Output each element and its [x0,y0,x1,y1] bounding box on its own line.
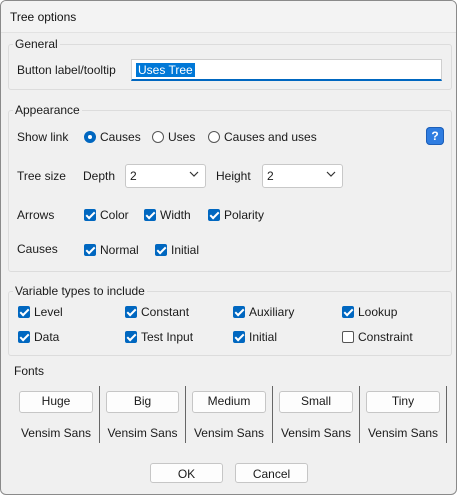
font-tiny-name: Vensim Sans [367,426,439,440]
arrows-polarity-label[interactable]: Polarity [224,208,264,222]
font-medium-button[interactable]: Medium [192,391,266,413]
constant-label[interactable]: Constant [141,305,189,319]
general-group: General Button label/tooltip Uses Tree [8,37,452,90]
font-cell-medium: Medium Vensim Sans [186,386,273,443]
show-link-uses-label[interactable]: Uses [168,130,195,144]
test-input-label[interactable]: Test Input [141,330,193,344]
show-link-causes-and-uses-radio[interactable] [208,131,220,143]
general-legend: General [13,37,60,51]
fonts-legend: Fonts [12,364,47,378]
font-medium-name: Vensim Sans [193,426,265,440]
font-small-button[interactable]: Small [279,391,353,413]
constant-checkbox[interactable] [125,306,137,318]
level-checkbox[interactable] [18,306,30,318]
show-link-causes-radio[interactable] [84,131,96,143]
font-cell-huge: Huge Vensim Sans [13,386,100,443]
font-cell-small: Small Vensim Sans [273,386,360,443]
causes-initial-label[interactable]: Initial [171,243,199,257]
lookup-checkbox[interactable] [342,306,354,318]
title-bar[interactable]: Tree options [1,1,456,33]
tree-size-label: Tree size [17,169,66,183]
height-label: Height [216,169,251,183]
causes-normal-checkbox[interactable] [84,244,96,256]
arrows-color-checkbox[interactable] [84,209,96,221]
initial-checkbox[interactable] [233,331,245,343]
show-link-causes-label[interactable]: Causes [100,130,141,144]
causes-label: Causes [17,242,58,256]
button-label-value: Uses Tree [136,63,195,77]
font-tiny-button[interactable]: Tiny [366,391,440,413]
button-label-caption: Button label/tooltip [17,63,116,77]
font-big-button[interactable]: Big [106,391,179,413]
depth-label: Depth [83,169,116,183]
font-cell-big: Big Vensim Sans [100,386,186,443]
appearance-group: Appearance Show link Causes Uses Causes … [8,103,452,272]
arrows-width-label[interactable]: Width [160,208,191,222]
causes-normal-label[interactable]: Normal [100,243,139,257]
font-huge-button[interactable]: Huge [19,391,93,413]
appearance-legend: Appearance [13,103,82,117]
depth-value: 2 [130,169,137,183]
fonts-group: Fonts Huge Vensim Sans Big Vensim Sans M… [8,364,450,446]
font-huge-name: Vensim Sans [20,426,92,440]
data-label[interactable]: Data [34,330,59,344]
font-small-name: Vensim Sans [280,426,352,440]
tree-options-dialog: Tree options General Button label/toolti… [0,0,457,495]
auxiliary-checkbox[interactable] [233,306,245,318]
constraint-checkbox[interactable] [342,331,354,343]
height-value: 2 [267,169,274,183]
help-icon[interactable]: ? [426,127,444,145]
cancel-button[interactable]: Cancel [235,463,308,483]
window-title: Tree options [10,10,77,24]
causes-initial-checkbox[interactable] [155,244,167,256]
arrows-color-label[interactable]: Color [100,208,129,222]
data-checkbox[interactable] [18,331,30,343]
height-select[interactable]: 2 [262,164,343,188]
arrows-polarity-checkbox[interactable] [208,209,220,221]
lookup-label[interactable]: Lookup [358,305,397,319]
show-link-causes-and-uses-label[interactable]: Causes and uses [224,130,317,144]
variable-types-legend: Variable types to include [13,284,147,298]
show-link-label: Show link [17,130,69,144]
auxiliary-label[interactable]: Auxiliary [249,305,294,319]
chevron-down-icon [189,171,199,177]
arrows-width-checkbox[interactable] [144,209,156,221]
variable-types-group: Variable types to include Level Constant… [8,284,452,356]
level-label[interactable]: Level [34,305,63,319]
chevron-down-icon [326,171,336,177]
test-input-checkbox[interactable] [125,331,137,343]
font-cell-tiny: Tiny Vensim Sans [360,386,447,443]
font-big-name: Vensim Sans [107,426,178,440]
show-link-uses-radio[interactable] [152,131,164,143]
initial-label[interactable]: Initial [249,330,277,344]
arrows-label: Arrows [17,208,55,222]
constraint-label[interactable]: Constraint [358,330,413,344]
ok-button[interactable]: OK [150,463,223,483]
depth-select[interactable]: 2 [125,164,206,188]
button-label-input[interactable]: Uses Tree [131,59,442,81]
